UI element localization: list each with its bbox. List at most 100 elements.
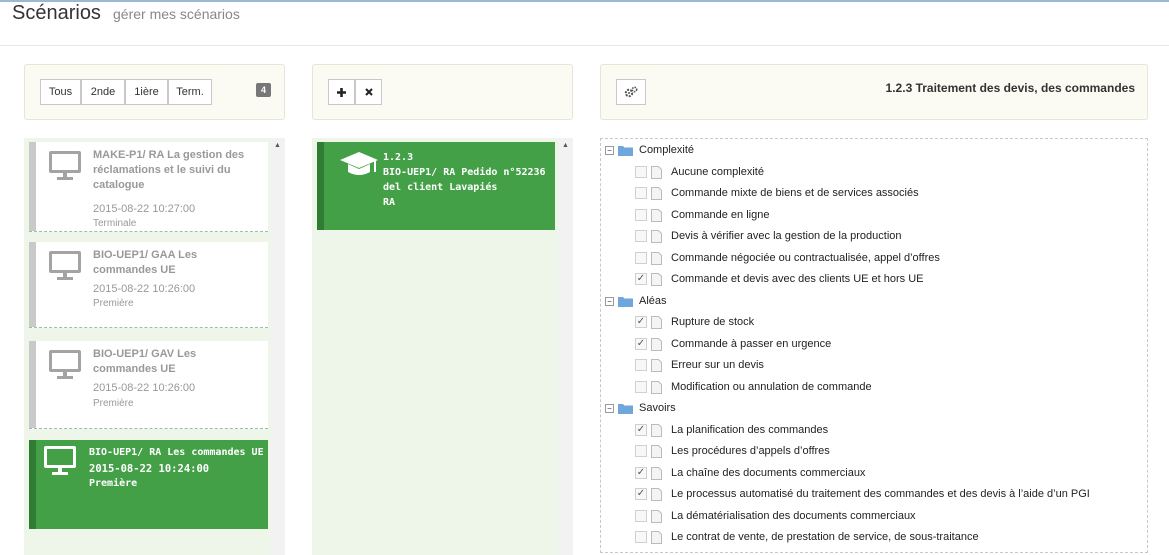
scenario-heading: 1.2.3 Traitement des devis, des commande… [885,81,1135,95]
tree-leaf[interactable]: Aucune complexité [635,164,764,180]
scenario-date: 2015-08-22 10:27:00 [93,203,196,215]
tree-leaf-label: Commande mixte de biens et de services a… [671,187,919,199]
checkbox[interactable] [635,531,647,543]
checkbox-checked[interactable]: ✓ [635,488,647,500]
tree-leaf-label: Les procédures d’appels d’offres [671,445,830,457]
scenario-count-badge: 4 [256,83,271,97]
tree-leaf[interactable]: ✓ La planification des commandes [635,422,828,438]
tree-leaf-label: Commande à passer en urgence [671,338,832,350]
criteria-tree: − Complexité Aucune complexité Commande … [600,138,1148,553]
settings-button[interactable] [616,79,646,105]
level-line1: BIO-UEP1/ RA Pedido n°52236 [383,167,546,178]
card-marker [29,341,36,428]
checkbox[interactable] [635,187,647,199]
tree-leaf-label: Erreur sur un devis [671,359,764,371]
scroll-up-arrow[interactable]: ▲ [274,142,281,149]
monitor-icon [44,446,76,475]
file-icon [651,444,662,458]
tree-leaf-label: Rupture de stock [671,316,755,328]
scenario-card[interactable]: BIO-UEP1/ GAV Les commandes UE 2015-08-2… [29,341,268,429]
tree-leaf-label: Devis à vérifier avec la gestion de la p… [671,230,902,242]
scenario-title: MAKE-P1/ RA La gestion des réclamations … [93,149,245,191]
tree-leaf[interactable]: Devis à vérifier avec la gestion de la p… [635,228,902,244]
tree-leaf-label: Le contrat de vente, de prestation de se… [671,531,979,543]
scenario-date: 2015-08-22 10:24:00 [89,463,210,475]
filter-all-button[interactable]: Tous [40,79,81,105]
scenario-level: Première [93,398,134,409]
checkbox[interactable] [635,359,647,371]
checkbox-checked[interactable]: ✓ [635,424,647,436]
delete-button[interactable] [355,79,382,105]
checkbox[interactable] [635,252,647,264]
card-marker [29,242,36,327]
tree-leaf[interactable]: Le contrat de vente, de prestation de se… [635,529,979,545]
plus-icon [337,87,346,97]
filter-seconde-button[interactable]: 2nde [81,79,125,105]
collapse-toggle-icon[interactable]: − [605,296,614,306]
filter-premiere-button[interactable]: 1ière [125,79,168,105]
tree-leaf[interactable]: ✓ Commande et devis avec des clients UE e… [635,271,924,287]
file-icon [651,208,662,222]
tree-leaf[interactable]: Modification ou annulation de commande [635,379,872,395]
checkbox[interactable] [635,230,647,242]
scenario-date: 2015-08-22 10:26:00 [93,382,196,394]
tree-leaf[interactable]: ✓ Commande à passer en urgence [635,336,831,352]
level-line3: RA [383,197,396,208]
file-icon [651,165,662,179]
page-subtitle: gérer mes scénarios [113,6,240,22]
file-icon [651,466,662,480]
scenario-card[interactable]: BIO-UEP1/ GAA Les commandes UE 2015-08-2… [29,242,268,328]
tree-leaf[interactable]: ✓ Rupture de stock [635,314,754,330]
checkbox-checked[interactable]: ✓ [635,273,647,285]
tree-leaf-label: Le processus automatisé du traitement de… [671,488,1090,500]
checkbox-checked[interactable]: ✓ [635,467,647,479]
scenario-level: Terminale [93,218,137,229]
tree-leaf[interactable]: Commande mixte de biens et de services a… [635,185,919,201]
scenario-list-scrollbar[interactable]: ▲ [271,138,285,555]
card-marker [29,142,36,231]
tree-leaf[interactable]: ✓ Le processus automatisé du traitement d… [635,486,1090,502]
checkbox[interactable] [635,381,647,393]
add-button[interactable] [328,79,355,105]
tree-node-complexite[interactable]: − Complexité [605,142,694,158]
scroll-up-arrow[interactable]: ▲ [562,142,569,149]
checkbox-checked[interactable]: ✓ [635,338,647,350]
file-icon [651,337,662,351]
level-line2: del client Lavapiés [383,182,498,193]
tree-leaf[interactable]: Les procédures d’appels d’offres [635,443,830,459]
tree-leaf[interactable]: ✓ La chaîne des documents commerciaux [635,465,865,481]
tree-leaf[interactable]: Commande en ligne [635,207,769,223]
file-icon [651,380,662,394]
collapse-toggle-icon[interactable]: − [605,145,614,155]
level-card-selected[interactable]: 1.2.3 BIO-UEP1/ RA Pedido n°52236 del cl… [317,142,555,230]
monitor-icon [49,151,81,180]
checkbox-checked[interactable]: ✓ [635,316,647,328]
filter-terminale-button[interactable]: Term. [168,79,212,105]
scenario-card[interactable]: MAKE-P1/ RA La gestion des réclamations … [29,142,268,232]
monitor-icon [49,251,81,280]
collapse-toggle-icon[interactable]: − [605,403,614,413]
folder-icon [618,296,633,307]
file-icon [651,272,662,286]
tree-leaf-label: Commande et devis avec des clients UE et… [671,273,924,285]
level-list-scrollbar[interactable]: ▲ [559,138,573,555]
checkbox[interactable] [635,209,647,221]
checkbox[interactable] [635,510,647,522]
tree-leaf[interactable]: La dématérialisation des documents comme… [635,508,916,524]
checkbox[interactable] [635,445,647,457]
tree-node-savoirs[interactable]: − Savoirs [605,400,676,416]
scenario-card-selected[interactable]: BIO-UEP1/ RA Les commandes UE 2015-08-22… [29,440,268,529]
tree-node-label: Complexité [639,144,695,156]
file-icon [651,186,662,200]
folder-icon [618,145,633,156]
tree-leaf-label: Modification ou annulation de commande [671,381,872,393]
file-icon [651,229,662,243]
level-card-text: 1.2.3 BIO-UEP1/ RA Pedido n°52236 del cl… [383,150,546,210]
tree-node-aleas[interactable]: − Aléas [605,293,667,309]
card-marker [317,142,324,230]
file-icon [651,251,662,265]
scenario-title: BIO-UEP1/ RA Les commandes UE [89,447,264,458]
checkbox[interactable] [635,166,647,178]
tree-leaf[interactable]: Commande négociée ou contractualisée, ap… [635,250,940,266]
tree-leaf[interactable]: Erreur sur un devis [635,357,764,373]
